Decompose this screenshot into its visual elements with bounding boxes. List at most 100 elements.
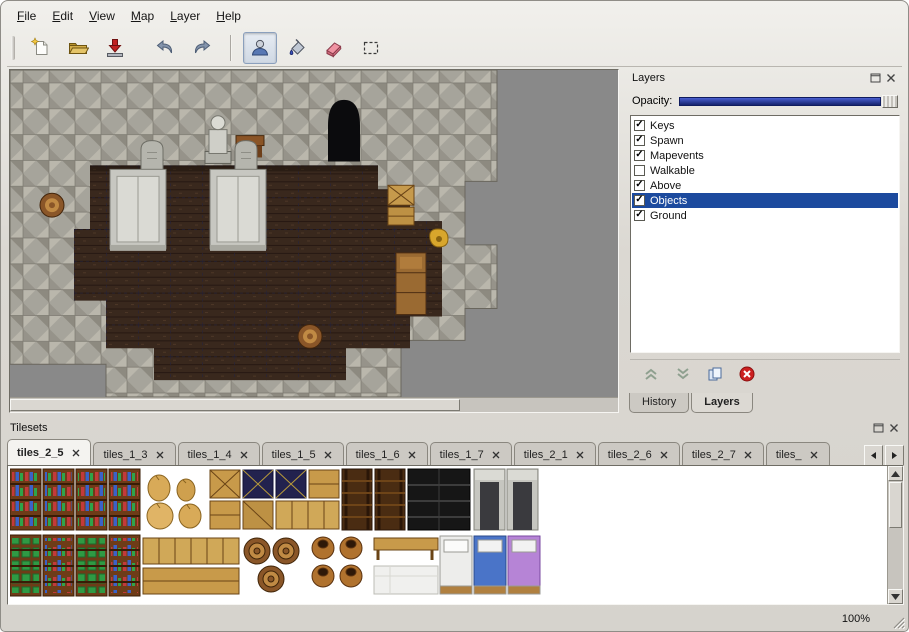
undo-button[interactable] <box>148 32 182 64</box>
menu-bar: File Edit View Map Layer Help <box>9 5 249 27</box>
layer-visible-checkbox[interactable] <box>634 165 645 176</box>
opacity-slider-fill <box>679 97 881 106</box>
raise-layer-button[interactable] <box>640 364 662 384</box>
tab-history[interactable]: History <box>629 393 689 413</box>
close-tab-icon[interactable] <box>743 449 754 460</box>
duplicate-layer-icon <box>706 365 724 383</box>
main-toolbar <box>7 29 902 67</box>
menu-map[interactable]: Map <box>123 6 162 26</box>
layer-label: Ground <box>650 210 687 222</box>
tileset-tab-label: tiles_2_6 <box>608 449 652 461</box>
layer-label: Mapevents <box>650 150 704 162</box>
opacity-slider[interactable] <box>679 95 898 108</box>
new-button[interactable] <box>24 32 58 64</box>
tab-layers[interactable]: Layers <box>691 393 752 413</box>
layers-panel: Layers Opacity: Keys Spawn Mapevents <box>627 69 903 413</box>
layer-row[interactable]: Keys <box>632 118 898 133</box>
scroll-tabs-left-button[interactable] <box>864 445 883 466</box>
tileset-tab[interactable]: tiles_ <box>766 442 830 466</box>
fill-tool-icon <box>286 37 308 59</box>
layer-visible-checkbox[interactable] <box>634 195 645 206</box>
layer-visible-checkbox[interactable] <box>634 135 645 146</box>
save-icon <box>104 37 126 59</box>
opacity-slider-thumb[interactable] <box>882 95 898 108</box>
layer-row[interactable]: Spawn <box>632 133 898 148</box>
layer-list: Keys Spawn Mapevents Walkable Above Obje… <box>630 115 900 353</box>
menu-help[interactable]: Help <box>208 6 249 26</box>
delete-layer-button[interactable] <box>736 364 758 384</box>
tileset-tab[interactable]: tiles_2_6 <box>598 442 680 466</box>
duplicate-layer-button[interactable] <box>704 364 726 384</box>
tileset-tab-label: tiles_1_3 <box>103 449 147 461</box>
toolbar-separator <box>230 35 232 61</box>
tileset-tab[interactable]: tiles_1_5 <box>262 442 344 466</box>
stamp-tool-icon <box>249 37 271 59</box>
close-tab-icon[interactable] <box>575 449 586 460</box>
float-panel-button[interactable] <box>868 72 883 85</box>
tileset-vertical-scrollbar[interactable] <box>887 466 903 604</box>
layer-visible-checkbox[interactable] <box>634 150 645 161</box>
close-tab-icon[interactable] <box>70 448 81 459</box>
menu-layer[interactable]: Layer <box>162 6 208 26</box>
tilesets-panel-title: Tilesets <box>10 422 871 434</box>
tileset-tab-label: tiles_1_7 <box>440 449 484 461</box>
open-folder-icon <box>67 37 89 59</box>
close-tab-icon[interactable] <box>659 449 670 460</box>
save-button[interactable] <box>98 32 132 64</box>
toolbar-handle[interactable] <box>11 36 15 60</box>
float-panel-button[interactable] <box>871 422 886 435</box>
tileset-view[interactable] <box>7 465 904 605</box>
close-tab-icon[interactable] <box>239 449 250 460</box>
close-tab-icon[interactable] <box>809 449 820 460</box>
close-panel-button[interactable] <box>886 422 901 435</box>
eraser-tool-button[interactable] <box>317 32 351 64</box>
layer-row[interactable]: Mapevents <box>632 148 898 163</box>
stamp-tool-button[interactable] <box>243 32 277 64</box>
undo-icon <box>154 37 176 59</box>
close-tab-icon[interactable] <box>491 449 502 460</box>
layer-row[interactable]: Ground <box>632 208 898 223</box>
menu-edit[interactable]: Edit <box>44 6 81 26</box>
tileset-tab-bar: tiles_2_5 tiles_1_3 tiles_1_4 tiles_1_5 … <box>7 439 904 466</box>
layer-label: Spawn <box>650 135 684 147</box>
close-tab-icon[interactable] <box>323 449 334 460</box>
tileset-tab[interactable]: tiles_1_6 <box>346 442 428 466</box>
scroll-up-button[interactable] <box>888 466 903 481</box>
tileset-tab-label: tiles_2_5 <box>17 447 63 459</box>
tileset-tab[interactable]: tiles_2_1 <box>514 442 596 466</box>
scroll-tabs-right-button[interactable] <box>885 445 904 466</box>
fill-tool-button[interactable] <box>280 32 314 64</box>
tileset-vscroll-thumb[interactable] <box>889 482 902 528</box>
scroll-up-icon <box>891 471 900 477</box>
layers-panel-title: Layers <box>632 72 868 84</box>
menu-file[interactable]: File <box>9 6 44 26</box>
close-tab-icon[interactable] <box>407 449 418 460</box>
tileset-tab[interactable]: tiles_2_7 <box>682 442 764 466</box>
tileset-tab[interactable]: tiles_1_7 <box>430 442 512 466</box>
tileset-tab[interactable]: tiles_2_5 <box>7 439 91 466</box>
resize-grip[interactable] <box>892 616 905 629</box>
map-canvas[interactable] <box>9 69 619 413</box>
tileset-tab[interactable]: tiles_1_4 <box>178 442 260 466</box>
close-tab-icon[interactable] <box>155 449 166 460</box>
lower-layer-button[interactable] <box>672 364 694 384</box>
tab-nav-left-icon <box>870 451 877 460</box>
layer-row[interactable]: Above <box>632 178 898 193</box>
open-button[interactable] <box>61 32 95 64</box>
tileset-tab-label: tiles_1_6 <box>356 449 400 461</box>
scroll-down-button[interactable] <box>888 589 903 604</box>
layer-row[interactable]: Walkable <box>632 163 898 178</box>
layer-visible-checkbox[interactable] <box>634 180 645 191</box>
close-panel-icon <box>886 73 896 83</box>
layer-visible-checkbox[interactable] <box>634 210 645 221</box>
layer-visible-checkbox[interactable] <box>634 120 645 131</box>
map-hscroll-thumb[interactable] <box>10 399 460 411</box>
map-horizontal-scrollbar[interactable] <box>10 397 618 412</box>
menu-view[interactable]: View <box>81 6 123 26</box>
layer-row[interactable]: Objects <box>632 193 898 208</box>
tileset-tab[interactable]: tiles_1_3 <box>93 442 175 466</box>
select-tool-button[interactable] <box>354 32 388 64</box>
redo-button[interactable] <box>185 32 219 64</box>
close-panel-button[interactable] <box>883 72 898 85</box>
scroll-down-icon <box>891 594 900 600</box>
